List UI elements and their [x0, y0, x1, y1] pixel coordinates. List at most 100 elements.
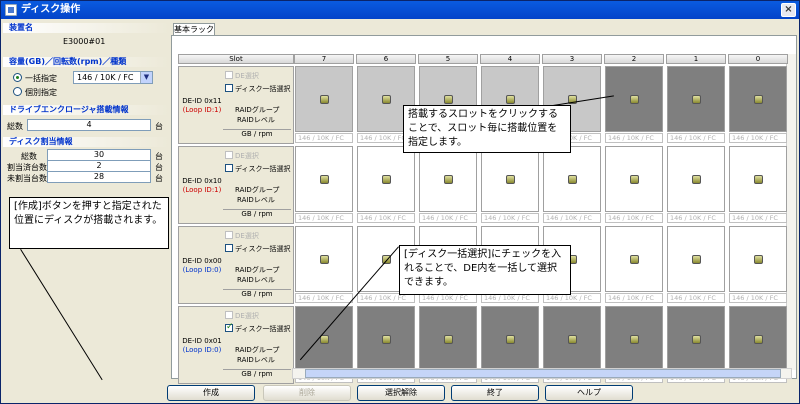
slot-capacity-select[interactable]: 146 / 10K / FC: [481, 213, 539, 223]
slot-capacity-select[interactable]: 146 / 10K / FC: [295, 133, 353, 143]
disk-icon: [382, 175, 391, 184]
de-select-checkbox[interactable]: [225, 151, 233, 159]
disk-icon: [320, 175, 329, 184]
slot-capacity-select[interactable]: 146 / 10K / FC: [605, 213, 663, 223]
disk-slot[interactable]: [729, 146, 787, 212]
disk-slot[interactable]: [605, 146, 663, 212]
disk-icon: [630, 95, 639, 104]
tab-basic-rack[interactable]: 基本ラック: [173, 23, 215, 35]
loop-id-text: (Loop ID:1): [182, 106, 222, 114]
slot-column-header: 0: [728, 54, 788, 64]
vertical-scrollbar[interactable]: [786, 54, 796, 370]
disk-icon: [320, 255, 329, 264]
disk-icon: [382, 95, 391, 104]
batch-select-checkbox[interactable]: [225, 164, 233, 172]
scroll-thumb[interactable]: [305, 369, 781, 378]
slot-capacity-select[interactable]: 146 / 10K / FC: [667, 133, 725, 143]
callout-batch-select: [ディスク一括選択]にチェックを入れることで、DE内を一括して選択できます。: [399, 245, 571, 295]
disk-slot[interactable]: [667, 146, 725, 212]
loop-id-text: (Loop ID:0): [182, 346, 222, 354]
disk-icon: [754, 255, 763, 264]
de-select-checkbox[interactable]: [225, 71, 233, 79]
slot-capacity-select[interactable]: 146 / 10K / FC: [605, 133, 663, 143]
batch-select-checkbox[interactable]: [225, 322, 234, 332]
slot-capacity-select[interactable]: 146 / 10K / FC: [295, 293, 353, 303]
raid-level-label: RAIDレベル: [237, 276, 275, 284]
disk-icon: [754, 95, 763, 104]
capacity-heading: 容量(GB)／回転数(rpm)／種類: [3, 57, 169, 67]
close-button[interactable]: ×: [781, 3, 796, 17]
batch-select-label: ディスク一括選択: [235, 85, 291, 93]
disk-slot[interactable]: [295, 146, 353, 212]
de-id-text: DE-ID 0x01: [182, 337, 222, 345]
batch-select-checkbox[interactable]: [225, 84, 233, 92]
unit-label: 台: [155, 152, 163, 161]
raid-level-label: RAIDレベル: [237, 356, 275, 364]
alloc-unassigned-value: 28: [47, 171, 151, 183]
slot-capacity-select[interactable]: 146 / 10K / FC: [295, 213, 353, 223]
de-select-checkbox[interactable]: [225, 231, 233, 239]
disk-slot[interactable]: [295, 66, 353, 132]
disk-icon: [754, 175, 763, 184]
disk-slot[interactable]: [543, 146, 601, 212]
chevron-down-icon[interactable]: ▼: [140, 72, 152, 83]
disk-slot[interactable]: [419, 146, 477, 212]
disk-slot[interactable]: [481, 306, 539, 372]
disk-icon: [754, 335, 763, 344]
callout-slot-click: 搭載するスロットをクリックすることで、スロット毎に搭載位置を指定します。: [403, 105, 571, 153]
de-id: DE-ID 0x00 (Loop ID:0): [179, 257, 225, 275]
disk-slot[interactable]: [357, 146, 415, 212]
disk-slot[interactable]: [667, 306, 725, 372]
slot-capacity-select[interactable]: 146 / 10K / FC: [729, 133, 787, 143]
slot-capacity-select[interactable]: 146 / 10K / FC: [729, 213, 787, 223]
disk-slot[interactable]: [605, 66, 663, 132]
individual-radio[interactable]: [13, 87, 22, 96]
batch-select-checkbox[interactable]: [225, 244, 233, 252]
disk-slot[interactable]: [605, 226, 663, 292]
slot-capacity-select[interactable]: 146 / 10K / FC: [667, 293, 725, 303]
de-id-text: DE-ID 0x11: [182, 97, 222, 105]
de-row-label: DE-ID 0x00 (Loop ID:0) DE選択 ディスク一括選択 RAIDグルー…: [178, 226, 294, 304]
de-id: DE-ID 0x11 (Loop ID:1): [179, 97, 225, 115]
delete-button[interactable]: 削除: [263, 385, 351, 401]
capacity-select[interactable]: 146 / 10K / FC ▼: [73, 71, 153, 84]
slot-capacity-select[interactable]: 146 / 10K / FC: [729, 293, 787, 303]
disk-slot[interactable]: [667, 226, 725, 292]
de-select-checkbox[interactable]: [225, 311, 233, 319]
batch-radio[interactable]: [13, 73, 22, 82]
gb-rpm-label: GB / rpm: [223, 369, 291, 378]
slot-capacity-select[interactable]: 146 / 10K / FC: [357, 213, 415, 223]
slot-capacity-select[interactable]: 146 / 10K / FC: [667, 213, 725, 223]
disk-icon: [568, 175, 577, 184]
slot-capacity-select[interactable]: 146 / 10K / FC: [543, 213, 601, 223]
disk-slot[interactable]: [605, 306, 663, 372]
total-label: 総数: [7, 122, 23, 131]
total-value: 4: [27, 119, 151, 131]
disk-slot[interactable]: [729, 66, 787, 132]
horizontal-scrollbar[interactable]: [292, 368, 792, 379]
disk-slot[interactable]: [357, 306, 415, 372]
callout-create: [作成]ボタンを押すと指定された位置にディスクが搭載されます。: [9, 197, 169, 249]
slot-capacity-select[interactable]: 146 / 10K / FC: [419, 213, 477, 223]
de-id-text: DE-ID 0x10: [182, 177, 222, 185]
disk-icon: [506, 175, 515, 184]
disk-slot[interactable]: [481, 146, 539, 212]
finish-button[interactable]: 終了: [451, 385, 539, 401]
disk-slot[interactable]: [295, 226, 353, 292]
alloc-total-label: 総数: [21, 152, 37, 161]
clear-selection-button[interactable]: 選択解除: [357, 385, 445, 401]
batch-select-label: ディスク一括選択: [235, 165, 291, 173]
help-button[interactable]: ヘルプ: [545, 385, 633, 401]
create-button[interactable]: 作成: [167, 385, 255, 401]
slot-column-header: 5: [418, 54, 478, 64]
disk-slot[interactable]: [729, 306, 787, 372]
de-row-label: DE-ID 0x10 (Loop ID:1) DE選択 ディスク一括選択 RAIDグルー…: [178, 146, 294, 224]
disk-slot[interactable]: [295, 306, 353, 372]
slot-capacity-select[interactable]: 146 / 10K / FC: [605, 293, 663, 303]
slot-header: Slot: [178, 54, 294, 64]
disk-slot[interactable]: [667, 66, 725, 132]
title-bar: ディスク操作 ×: [1, 1, 799, 19]
disk-slot[interactable]: [543, 306, 601, 372]
disk-slot[interactable]: [419, 306, 477, 372]
disk-slot[interactable]: [729, 226, 787, 292]
